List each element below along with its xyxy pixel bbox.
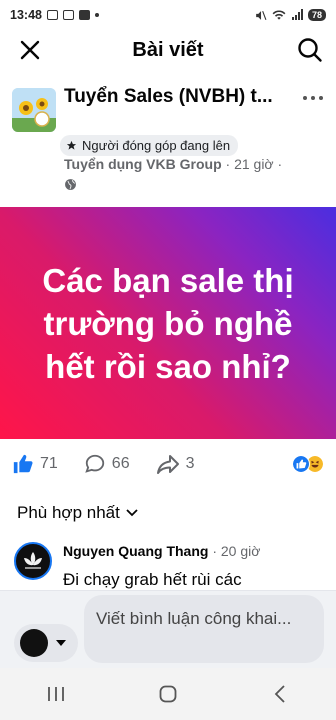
comment-as-selector[interactable] [14,624,78,662]
group-name[interactable]: Tuyển dụng VKB Group [64,156,222,172]
badge-label: Người đóng góp đang lên [82,138,231,153]
wifi-icon [272,10,286,20]
more-dot [311,96,315,100]
commenter-avatar[interactable] [14,542,52,580]
comment-text: Đi chạy grab hết rùi các [63,570,242,589]
home-icon [159,685,177,703]
comment-button[interactable]: 66 [84,453,130,475]
share-button[interactable]: 3 [156,453,195,475]
app-header: Bài viết [0,30,336,70]
recent-apps-icon [48,687,64,701]
notification-icon [46,10,58,20]
comment-composer: Viết bình luận công khai... [0,590,336,668]
signal-icon [291,9,303,20]
comment-count: 66 [111,455,130,472]
screenshot-icon [62,10,74,20]
share-count: 3 [185,455,195,472]
post-header: Tuyển Sales (NVBH) t... Người đóng góp đ… [0,84,336,196]
search-button[interactable] [296,36,324,64]
comment-input[interactable]: Viết bình luận công khai... [84,595,324,663]
more-dot [319,96,323,100]
post-text-banner[interactable]: Các bạn sale thị trường bỏ nghề hết rồi … [0,207,336,439]
home-button[interactable] [138,674,198,714]
back-button[interactable] [250,674,310,714]
comment-sort-dropdown[interactable]: Phù hợp nhất [17,503,138,523]
close-button[interactable] [16,36,44,64]
status-time: 13:48 [10,8,42,22]
system-nav-bar [0,668,336,720]
sort-label: Phù hợp nhất [17,503,120,522]
comment-icon [85,454,104,473]
chevron-down-icon [126,509,138,517]
recent-apps-button[interactable] [26,674,86,714]
status-bar: 13:48 78 [0,0,336,30]
reaction-summary[interactable] [292,455,324,473]
globe-icon [65,179,76,190]
reaction-bar: 71 66 3 [0,447,336,481]
like-reaction-icon [292,455,310,473]
like-button[interactable]: 71 [12,453,58,475]
caret-down-icon [56,640,66,646]
more-options-button[interactable] [300,88,326,108]
comment-author-line: Nguyen Quang Thang · 20 giờ [63,543,260,559]
sunflower-logo-image [12,88,56,132]
post-title[interactable]: Tuyển Sales (NVBH) t... [64,85,274,109]
more-notifications-icon [94,13,99,17]
battery-indicator: 78 [307,9,326,21]
lotus-avatar-image [24,552,42,569]
back-icon [274,685,285,703]
search-icon [298,38,322,62]
star-icon [66,140,77,150]
more-dot [303,96,307,100]
share-icon [156,455,179,474]
comment-item: Nguyen Quang Thang · 20 giờ Đi chạy grab… [0,538,336,590]
linkedin-icon [78,10,90,20]
rising-contributor-badge[interactable]: Người đóng góp đang lên [60,135,239,156]
post-time: · 21 giờ · [221,156,283,172]
page-avatar[interactable] [12,88,56,132]
page-title: Bài viết [132,38,204,61]
comment-author[interactable]: Nguyen Quang Thang [63,543,208,559]
like-count: 71 [40,455,58,472]
thumbs-up-icon [13,454,33,474]
my-avatar [20,629,48,657]
comment-time: · 20 giờ [208,543,261,559]
post-meta: Tuyển dụng VKB Group · 21 giờ · [64,154,294,194]
banner-text: Các bạn sale thị trường bỏ nghề hết rồi … [42,261,294,385]
close-icon [20,40,40,60]
mute-icon [256,10,267,20]
